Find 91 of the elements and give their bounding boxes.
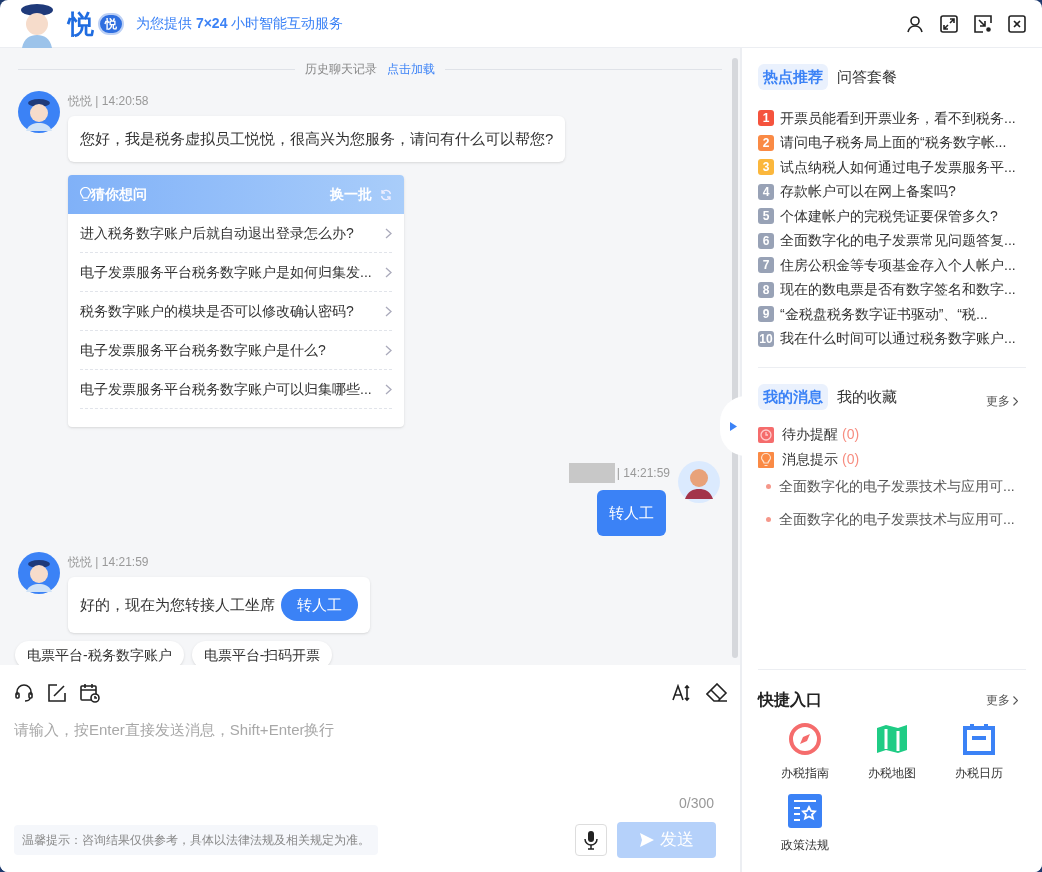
quick-tag[interactable]: 电票平台-税务数字账户 xyxy=(15,641,184,665)
suggestion-item[interactable]: 电子发票服务平台税务数字账户是什么? xyxy=(80,331,392,370)
officer-avatar-icon xyxy=(18,1,56,48)
microphone-icon xyxy=(584,830,598,850)
hot-question-link[interactable]: 我在什么时间可以通过税务数字账户... xyxy=(780,328,1016,350)
headset-icon[interactable] xyxy=(14,683,34,703)
hot-question-link[interactable]: 住房公积金等专项基金存入个人帐户... xyxy=(780,254,1016,276)
edit-icon[interactable] xyxy=(48,684,66,702)
quick-entry[interactable]: 办税指南 xyxy=(762,722,849,782)
hot-question-link[interactable]: 存款帐户可以在网上备案吗? xyxy=(780,181,956,203)
compass-icon xyxy=(788,722,823,756)
suggestion-item[interactable]: 进入税务数字账户后就自动退出登录怎么办? xyxy=(80,214,392,253)
reminder-label[interactable]: 消息提示 xyxy=(782,449,838,470)
brand-badge: 悦 xyxy=(98,12,124,35)
map-icon xyxy=(875,722,909,756)
user-icon[interactable] xyxy=(906,14,924,33)
chevron-right-icon xyxy=(385,305,392,317)
lightbulb-icon xyxy=(758,451,774,468)
brand-logo: 悦 xyxy=(68,10,94,37)
calendar-icon xyxy=(961,722,996,756)
rank-badge: 5 xyxy=(758,208,774,225)
refresh-icon xyxy=(380,188,392,201)
quick-entry-title: 快捷入口 xyxy=(758,690,822,710)
reminder-count: (0) xyxy=(842,425,860,444)
lightbulb-icon xyxy=(80,187,91,202)
maximize-icon[interactable] xyxy=(940,14,958,33)
hot-question-link[interactable]: “金税盘税务数字证书驱动”、“税... xyxy=(780,303,988,325)
chevron-right-icon xyxy=(385,383,392,395)
notice-link[interactable]: 全面数字化的电子发票技术与应用可... xyxy=(779,509,1015,530)
rank-badge: 6 xyxy=(758,232,774,249)
more-link[interactable]: 更多 xyxy=(986,691,1018,709)
bot-avatar xyxy=(18,552,60,594)
message-meta: | 14:21:59 xyxy=(616,465,670,481)
tab[interactable]: 问答套餐 xyxy=(832,64,902,90)
rank-badge: 4 xyxy=(758,183,774,200)
reminder-label[interactable]: 待办提醒 xyxy=(782,424,838,445)
redacted-name xyxy=(568,463,615,483)
rank-badge: 8 xyxy=(758,281,774,298)
quick-entry[interactable]: 办税地图 xyxy=(848,722,936,782)
chevron-right-icon xyxy=(1013,695,1018,705)
chevron-right-icon xyxy=(385,344,392,356)
rank-badge: 3 xyxy=(758,159,774,176)
microphone-button[interactable] xyxy=(575,824,607,856)
rank-badge: 9 xyxy=(758,306,774,323)
message-input[interactable]: 请输入，按Enter直接发送消息，Shift+Enter换行 xyxy=(14,719,726,783)
quick-tag[interactable]: 电票平台-扫码开票 xyxy=(191,641,333,665)
minimize-icon[interactable] xyxy=(974,14,992,33)
suggestion-item[interactable]: 电子发票服务平台税务数字账户是如何归集发... xyxy=(80,253,392,292)
hot-question-link[interactable]: 试点纳税人如何通过电子发票服务平... xyxy=(780,156,1016,178)
suggestion-item[interactable]: 电子发票服务平台税务数字账户可以归集哪些... xyxy=(80,370,392,409)
eraser-icon[interactable] xyxy=(706,683,728,703)
header-slogan: 为您提供 7×24 小时智能互动服务 xyxy=(136,14,344,33)
transfer-button[interactable]: 转人工 xyxy=(281,589,358,621)
rank-badge: 7 xyxy=(758,257,774,274)
message-text: 好的，现在为您转接人工坐席 xyxy=(80,597,275,613)
quick-entry[interactable]: 办税日历 xyxy=(935,722,1022,782)
character-counter: 0/300 xyxy=(678,794,714,813)
triangle-right-icon xyxy=(729,421,737,431)
reminder-count: (0) xyxy=(842,450,860,469)
close-icon[interactable] xyxy=(1008,14,1026,33)
message-bubble: 您好，我是税务虚拟员工悦悦，很高兴为您服务，请问有什么可以帮您? xyxy=(68,116,566,162)
tab[interactable]: 我的收藏 xyxy=(832,384,902,410)
suggestion-title: 猜你想问 xyxy=(91,185,147,204)
hot-question-link[interactable]: 个体建帐户的完税凭证要保管多久? xyxy=(780,205,998,227)
rank-badge: 2 xyxy=(758,134,774,151)
bot-avatar xyxy=(18,91,60,133)
load-history-link[interactable]: 点击加载 xyxy=(387,60,435,78)
rank-badge: 10 xyxy=(758,330,774,347)
chevron-right-icon xyxy=(385,227,392,239)
notice-link[interactable]: 全面数字化的电子发票技术与应用可... xyxy=(779,476,1015,497)
send-icon xyxy=(639,833,654,847)
scrollbar[interactable] xyxy=(732,58,738,658)
suggestion-item[interactable]: 税务数字账户的模块是否可以修改确认密码? xyxy=(80,292,392,331)
rank-badge: 1 xyxy=(758,110,774,127)
font-size-icon[interactable] xyxy=(672,684,692,702)
calendar-clock-icon[interactable] xyxy=(80,683,100,703)
hot-question-link[interactable]: 全面数字化的电子发票常见问题答复... xyxy=(780,230,1016,252)
message-meta: 悦悦 | 14:21:59 xyxy=(68,554,149,570)
message-meta: 悦悦 | 14:20:58 xyxy=(68,93,149,109)
clock-icon xyxy=(758,426,774,443)
history-label: 历史聊天记录 xyxy=(305,61,377,78)
quick-entry[interactable]: 政策法规 xyxy=(762,794,849,854)
hot-question-link[interactable]: 现在的数电票是否有数字签名和数字... xyxy=(780,279,1016,301)
message-bubble: 转人工 xyxy=(597,490,666,536)
chevron-right-icon xyxy=(385,266,392,278)
hot-question-link[interactable]: 开票员能看到开票业务，看不到税务... xyxy=(780,107,1016,129)
user-avatar xyxy=(678,461,720,503)
more-link[interactable]: 更多 xyxy=(986,392,1018,410)
disclaimer-tip: 温馨提示：咨询结果仅供参考，具体以法律法规及相关规定为准。 xyxy=(14,825,378,855)
hot-question-link[interactable]: 请问电子税务局上面的“税务数字帐... xyxy=(780,132,1007,154)
chevron-right-icon xyxy=(1013,396,1018,406)
